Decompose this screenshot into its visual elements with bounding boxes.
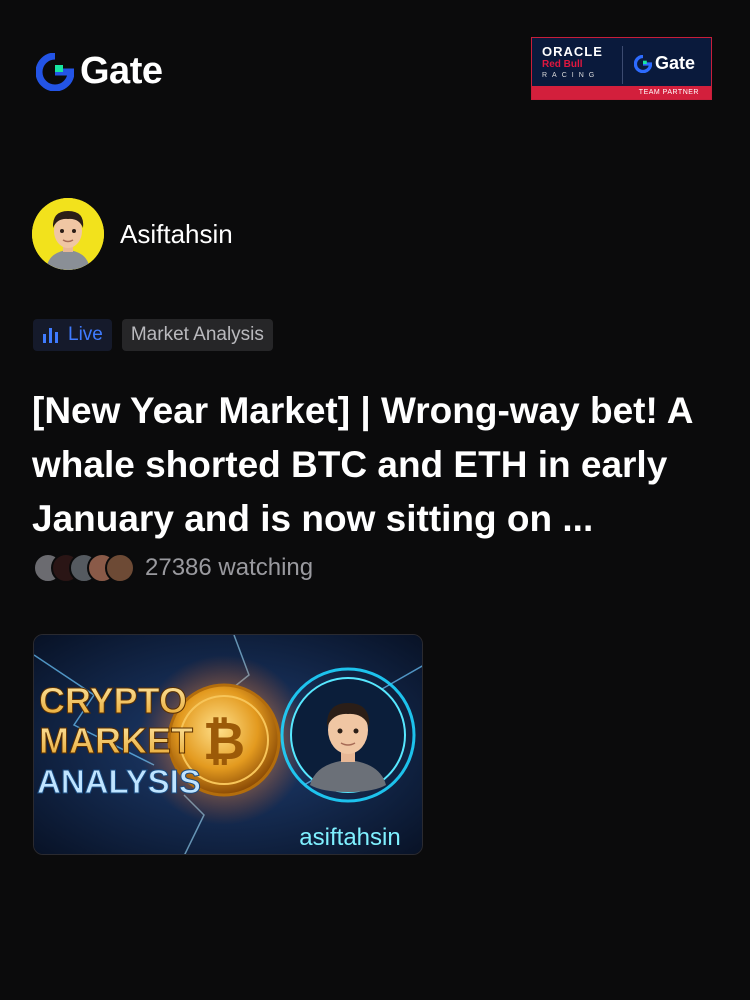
- partner-divider: [622, 46, 623, 84]
- partner-racing: RACING: [542, 72, 600, 79]
- partner-gate-logo: Gate: [634, 53, 695, 74]
- partner-badge: ORACLE Red Bull RACING Gate TEAM PARTNER: [531, 37, 712, 100]
- live-label: Live: [68, 324, 103, 345]
- partner-gate-text: Gate: [655, 53, 696, 73]
- thumb-text-analysis: ANALYSIS: [37, 763, 201, 800]
- post-thumbnail[interactable]: ₿ CRYPTO MARKET ANALYSIS asiftahsin: [33, 634, 423, 855]
- category-tag[interactable]: Market Analysis: [121, 319, 273, 351]
- thumb-handle: asiftahsin: [299, 824, 400, 851]
- viewer-avatars: [33, 553, 135, 583]
- thumb-text-crypto: CRYPTO: [39, 680, 187, 721]
- avatar-illustration: [32, 198, 104, 270]
- thumbnail-artwork: ₿ CRYPTO MARKET ANALYSIS asiftahsin: [34, 635, 422, 854]
- author-row[interactable]: Asiftahsin: [32, 198, 233, 270]
- brand-name: Gate: [80, 50, 163, 92]
- partner-oracle: ORACLE: [542, 44, 603, 59]
- live-tag[interactable]: Live: [33, 319, 112, 351]
- watching-row: 27386 watching: [33, 553, 313, 583]
- author-name[interactable]: Asiftahsin: [120, 219, 233, 250]
- gate-logo-icon: [634, 54, 652, 73]
- bar-chart-icon: [43, 328, 58, 343]
- gate-logo[interactable]: Gate: [36, 50, 163, 93]
- bitcoin-symbol: ₿: [203, 712, 245, 772]
- watching-count: 27386 watching: [145, 554, 314, 581]
- team-partner-label: TEAM PARTNER: [532, 86, 711, 99]
- viewer-avatar: [105, 553, 135, 583]
- avatar[interactable]: [32, 198, 104, 270]
- tag-row: Live Market Analysis: [33, 319, 273, 351]
- thumb-text-market: MARKET: [39, 720, 193, 761]
- gate-logo-icon: [36, 52, 74, 91]
- post-title[interactable]: [New Year Market] | Wrong-way bet! A wha…: [32, 384, 722, 546]
- partner-redbull: Red Bull: [542, 59, 583, 70]
